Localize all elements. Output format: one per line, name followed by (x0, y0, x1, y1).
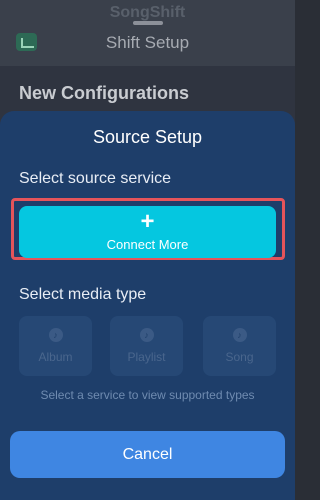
background-brand: SongShift (109, 4, 186, 21)
drag-handle[interactable] (133, 21, 163, 25)
hint-text: Select a service to view supported types (40, 388, 255, 402)
background-heading: New Configurations (19, 83, 189, 103)
sheet-title: Source Setup (92, 127, 203, 147)
background-title: Shift Setup (105, 33, 190, 52)
background-navbar: SongShift Shift Setup (0, 0, 295, 66)
media-type-label-album: Album (38, 350, 73, 364)
cancel-button[interactable]: Cancel (10, 431, 285, 478)
song-icon: ♪ (232, 328, 247, 342)
media-type-song[interactable]: ♪ Song (203, 316, 276, 376)
media-type-playlist[interactable]: ♪ Playlist (110, 316, 183, 376)
source-service-label: Select source service (19, 170, 172, 187)
connect-more-button[interactable]: + Connect More (19, 206, 276, 258)
source-setup-sheet: Source Setup Select source service + Con… (0, 111, 295, 500)
media-type-label-song: Song (225, 350, 254, 364)
media-type-label-playlist: Playlist (127, 350, 166, 364)
playlist-icon: ♪ (139, 328, 154, 342)
media-type-album[interactable]: ♪ Album (19, 316, 92, 376)
album-icon: ♪ (48, 328, 63, 342)
connect-more-label: Connect More (106, 237, 189, 252)
plus-icon: + (140, 208, 155, 235)
media-type-label: Select media type (19, 286, 147, 303)
